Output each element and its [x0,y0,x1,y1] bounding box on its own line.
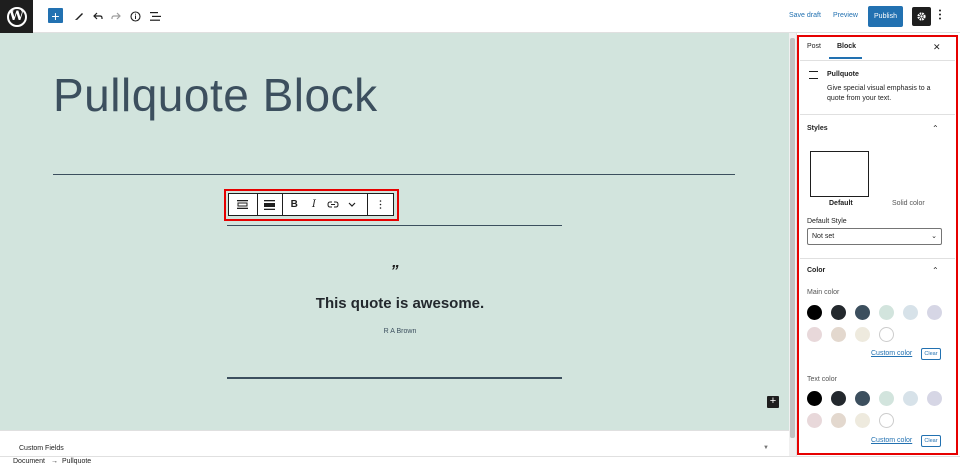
divider [800,258,955,259]
default-style-label: Default Style [807,218,847,225]
breadcrumb-document[interactable]: Document [13,458,45,465]
close-icon[interactable]: ✕ [933,42,941,53]
block-type-icon[interactable] [229,194,257,215]
color-swatch[interactable] [831,327,846,342]
color-swatch[interactable] [855,413,870,428]
color-swatch[interactable] [927,305,942,320]
main-clear-button[interactable]: Clear [921,348,941,360]
pullquote-top-border [227,225,562,226]
color-swatch[interactable] [879,327,894,342]
scrollbar-thumb[interactable] [790,38,795,438]
color-swatch[interactable] [807,327,822,342]
chevron-down-icon[interactable] [343,194,363,215]
chevron-up-icon[interactable]: ⌃ [932,124,939,133]
kebab-icon[interactable] [938,9,942,23]
add-block-button[interactable]: + [48,8,63,23]
color-panel-heading[interactable]: Color [807,267,825,274]
color-swatch[interactable] [831,391,846,406]
default-style-select[interactable]: Not set ⌄ [807,228,942,245]
quote-mark-icon: ” [390,263,399,280]
undo-icon[interactable] [90,8,106,24]
tab-post[interactable]: Post [807,43,821,50]
style-default-preview[interactable] [810,151,869,197]
color-swatch[interactable] [831,413,846,428]
main-color-label: Main color [807,289,840,296]
pullquote-block-icon [809,71,818,79]
color-swatch[interactable] [903,305,918,320]
style-default-label[interactable]: Default [829,200,853,207]
breadcrumb-arrow-icon: → [51,458,58,465]
top-toolbar: W + Save draft Preview Publish [0,0,960,33]
pencil-icon[interactable] [71,8,87,24]
preview-button[interactable]: Preview [833,12,858,19]
block-toolbar-highlight: B I [224,189,399,221]
color-swatch[interactable] [855,391,870,406]
add-block-inline-button[interactable]: + [767,396,779,408]
pullquote-bottom-border [227,377,562,379]
post-title[interactable]: Pullquote Block [53,68,378,122]
caret-down-icon[interactable]: ▼ [763,445,769,451]
info-icon[interactable] [127,8,143,24]
tab-block[interactable]: Block [837,43,856,50]
color-swatch[interactable] [927,391,942,406]
chevron-down-icon: ⌄ [931,233,937,240]
text-custom-color-link[interactable]: Custom color [871,437,912,444]
styles-panel-heading[interactable]: Styles [807,125,828,132]
breadcrumb-pullquote[interactable]: Pullquote [62,458,91,465]
breadcrumb [0,456,960,469]
custom-fields-label[interactable]: Custom Fields [19,445,64,452]
color-swatch[interactable] [807,305,822,320]
block-description: Give special visual emphasis to a quote … [827,85,931,102]
pullquote-text[interactable]: This quote is awesome. [0,295,800,312]
italic-icon[interactable]: I [305,194,323,215]
color-swatch[interactable] [879,305,894,320]
color-swatch[interactable] [879,413,894,428]
pullquote-citation[interactable]: R A Brown [0,328,800,335]
main-custom-color-link[interactable]: Custom color [871,350,912,357]
color-swatch[interactable] [903,391,918,406]
block-name: Pullquote [827,71,859,78]
text-clear-button[interactable]: Clear [921,435,941,447]
color-swatch[interactable] [855,305,870,320]
color-swatch[interactable] [831,305,846,320]
redo-icon[interactable] [108,8,124,24]
divider [800,114,955,115]
link-icon[interactable] [323,194,343,215]
wordpress-logo-icon[interactable]: W [0,0,33,33]
color-swatch[interactable] [879,391,894,406]
gear-icon[interactable] [912,7,931,26]
active-tab-indicator [829,57,862,59]
list-view-icon[interactable] [147,8,163,24]
more-options-icon[interactable] [368,194,393,215]
custom-fields-panel[interactable] [0,430,789,456]
style-solid-color-label[interactable]: Solid color [892,200,925,207]
color-swatch[interactable] [855,327,870,342]
title-separator [53,174,735,175]
default-style-value: Not set [812,233,835,240]
align-icon[interactable] [258,194,283,215]
color-swatch[interactable] [807,413,822,428]
publish-button[interactable]: Publish [868,6,903,27]
divider [800,60,955,61]
bold-icon[interactable]: B [283,194,305,215]
block-toolbar: B I [228,193,394,216]
text-color-label: Text color [807,376,837,383]
chevron-up-icon[interactable]: ⌃ [932,266,939,275]
color-swatch[interactable] [807,391,822,406]
save-draft-button[interactable]: Save draft [789,12,821,19]
